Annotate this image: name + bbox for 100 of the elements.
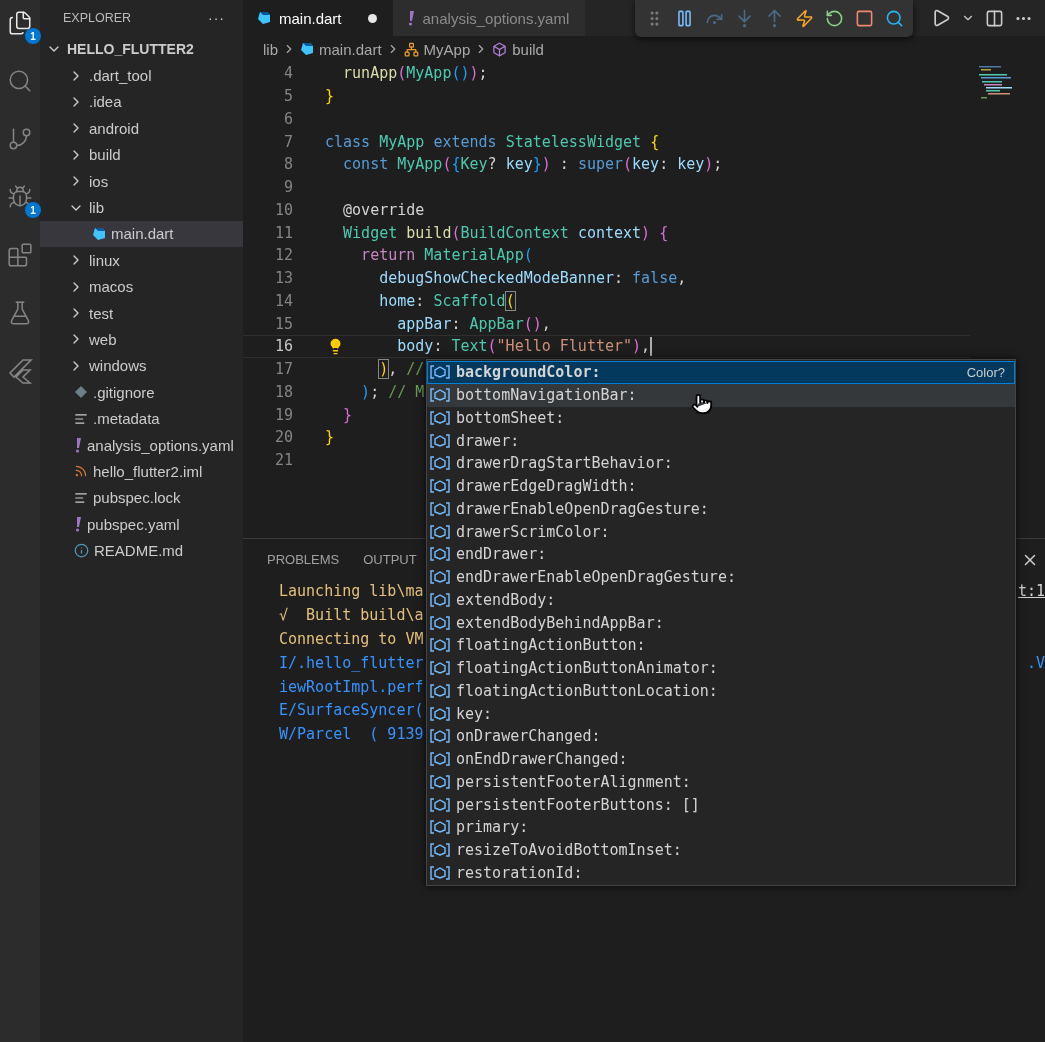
line-number: 9	[282, 178, 293, 197]
panel-tab[interactable]: PROBLEMS	[267, 552, 340, 568]
code-line: ); // M	[360, 382, 425, 401]
file-item[interactable]: pubspec.lock	[40, 484, 243, 512]
files-icon[interactable]	[7, 10, 33, 36]
suggestion-item[interactable]: key:	[427, 702, 1015, 725]
line-number: 13	[273, 269, 293, 288]
project-header[interactable]: HELLO_FLUTTER2	[40, 36, 243, 63]
suggestion-item[interactable]: floatingActionButtonLocation:	[427, 679, 1015, 703]
info-icon	[74, 543, 89, 559]
branch-icon[interactable]	[7, 126, 33, 152]
editor-tab[interactable]: analysis_options.yaml	[392, 0, 586, 36]
field-icon	[430, 364, 450, 381]
folder-item[interactable]: .dart_tool	[40, 62, 243, 89]
suggestion-item[interactable]: persistentFooterAlignment:	[427, 770, 1015, 794]
field-icon	[430, 546, 450, 563]
suggestion-item[interactable]: backgroundColor: Color?	[427, 361, 1015, 384]
output-line: E/SurfaceSyncer(	[279, 701, 424, 720]
suggestion-item[interactable]: restorationId:	[427, 861, 1015, 885]
output-text: .V	[1026, 653, 1045, 672]
extensions-icon[interactable]	[7, 242, 33, 268]
suggestion-item[interactable]: drawerEdgeDragWidth:	[427, 474, 1015, 498]
breadcrumb-item[interactable]: MyApp	[423, 40, 471, 58]
folder-item[interactable]: windows	[40, 352, 243, 380]
field-icon	[430, 614, 450, 631]
file-item[interactable]: hello_flutter2.iml	[40, 458, 243, 485]
split-editor-icon[interactable]	[985, 8, 1004, 28]
stop-icon[interactable]	[855, 9, 874, 28]
suggestion-item[interactable]: persistentFooterButtons: []	[427, 793, 1015, 816]
suggestion-item[interactable]: floatingActionButtonAnimator:	[427, 656, 1015, 680]
suggestion-item[interactable]: onDrawerChanged:	[427, 725, 1015, 748]
file-item[interactable]: README.md	[40, 537, 243, 564]
restart-icon[interactable]	[825, 9, 844, 28]
folder-item[interactable]: ios	[40, 167, 243, 195]
output-line: Launching lib\ma	[279, 581, 424, 600]
code-line: debugShowCheckedModeBanner: false,	[378, 269, 687, 288]
output-line: Connecting to VM	[279, 629, 424, 648]
lines-icon	[74, 411, 88, 426]
suggestion-item[interactable]: endDrawerEnableOpenDragGesture:	[427, 565, 1015, 589]
breadcrumb-item[interactable]: main.dart	[319, 40, 382, 58]
folder-item[interactable]: linux	[40, 247, 243, 274]
file-item[interactable]: main.dart	[40, 220, 243, 248]
suggestion-item[interactable]: primary:	[427, 816, 1015, 839]
flutter-icon[interactable]	[7, 358, 33, 384]
count-badge: 1	[25, 202, 41, 218]
line-number: 12	[273, 246, 293, 265]
suggestion-item[interactable]: drawerEnableOpenDragGesture:	[427, 497, 1015, 521]
editor-tab[interactable]: main.dart	[243, 0, 393, 36]
folder-item[interactable]: test	[40, 299, 243, 327]
dart-icon	[92, 226, 106, 241]
panel-tab[interactable]: OUTPUT	[363, 552, 417, 568]
suggestion-item[interactable]: resizeToAvoidBottomInset:	[427, 838, 1015, 862]
minimap-drawing[interactable]	[979, 66, 1015, 100]
folder-item[interactable]: .idea	[40, 88, 243, 116]
file-item[interactable]: analysis_options.yaml	[40, 431, 243, 459]
lightning-icon[interactable]	[795, 9, 814, 28]
field-icon	[430, 773, 450, 790]
line-number: 11	[273, 223, 293, 242]
suggestion-item[interactable]: bottomNavigationBar:	[427, 383, 1015, 407]
output-line: W/Parcel ( 9139	[279, 725, 424, 744]
code-line: ), //	[378, 360, 425, 379]
suggestion-item[interactable]: floatingActionButton:	[427, 634, 1015, 657]
code-line: runApp(MyApp());	[342, 64, 488, 83]
code-line: appBar: AppBar(),	[396, 314, 551, 333]
suggestion-item[interactable]: extendBodyBehindAppBar:	[427, 611, 1015, 634]
code-line: home: Scaffold(	[378, 291, 515, 310]
field-icon	[430, 728, 450, 745]
diamond-icon	[74, 385, 88, 400]
folder-item[interactable]: android	[40, 115, 243, 142]
suggestion-item[interactable]: drawerScrimColor:	[427, 520, 1015, 543]
inspect-icon[interactable]	[885, 9, 904, 28]
suggestion-item[interactable]: extendBody:	[427, 588, 1015, 612]
folder-item[interactable]: lib	[40, 194, 243, 221]
code-line: }	[325, 87, 335, 106]
folder-item[interactable]: web	[40, 326, 243, 353]
file-item[interactable]: pubspec.yaml	[40, 511, 243, 538]
field-icon	[430, 569, 450, 586]
output-link[interactable]: t:1	[1017, 581, 1045, 600]
suggestion-item[interactable]: drawer:	[427, 429, 1015, 452]
file-item[interactable]: .gitignore	[40, 379, 243, 406]
field-icon	[430, 864, 450, 881]
bug-icon[interactable]	[7, 184, 33, 210]
search-icon[interactable]	[7, 68, 33, 94]
field-icon	[430, 523, 450, 540]
dart-icon	[300, 42, 314, 56]
suggestion-item[interactable]: drawerDragStartBehavior:	[427, 452, 1015, 475]
suggestion-item[interactable]: onEndDrawerChanged:	[427, 747, 1015, 771]
breadcrumb-item[interactable]: lib	[263, 40, 278, 58]
more-button[interactable]: ···	[208, 10, 225, 26]
suggestion-item[interactable]: endDrawer:	[427, 543, 1015, 566]
file-item[interactable]: .metadata	[40, 405, 243, 432]
class-icon	[403, 41, 419, 57]
pause-icon[interactable]	[675, 9, 694, 28]
breadcrumb-item[interactable]: build	[512, 40, 544, 58]
code-line: body: Text("Hello Flutter"),	[396, 336, 653, 356]
folder-item[interactable]: build	[40, 141, 243, 168]
suggestion-item[interactable]: bottomSheet:	[427, 406, 1015, 430]
run-icon[interactable]	[931, 8, 951, 28]
folder-item[interactable]: macos	[40, 273, 243, 300]
field-icon	[430, 796, 450, 813]
